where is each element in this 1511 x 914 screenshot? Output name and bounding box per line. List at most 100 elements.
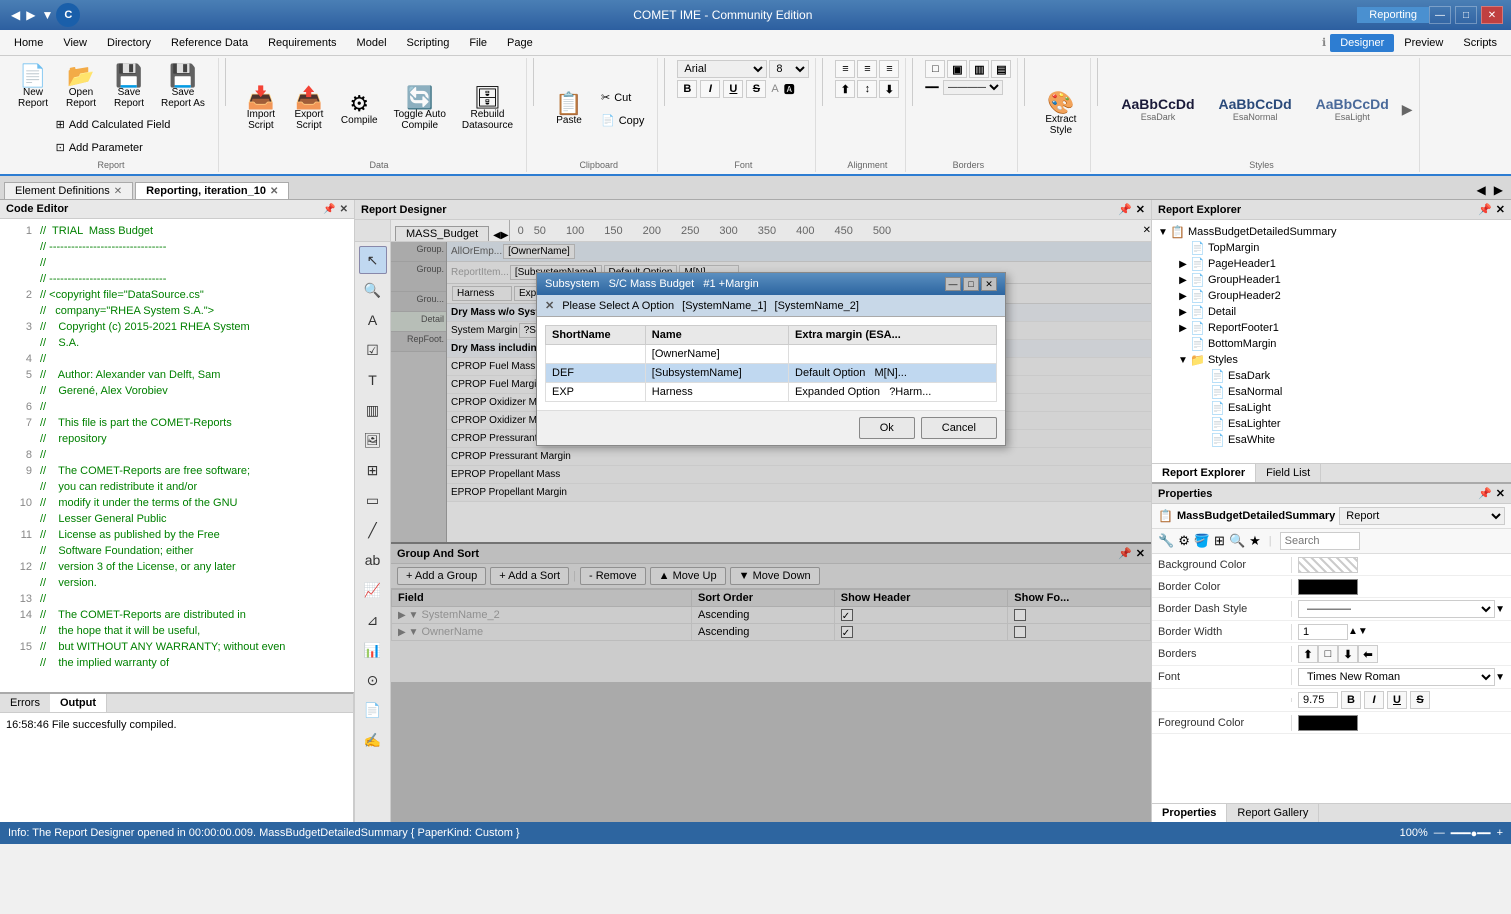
format-btn-t[interactable]: T (359, 366, 387, 394)
dialog-close[interactable]: ✕ (981, 277, 997, 291)
prop-icon-table[interactable]: ⊞ (1214, 533, 1225, 549)
prop-icon-wrench[interactable]: 🔧 (1158, 533, 1174, 549)
designer-close[interactable]: ✕ (1136, 203, 1145, 216)
dialog-maximize[interactable]: □ (963, 277, 979, 291)
properties-close[interactable]: ✕ (1496, 487, 1505, 500)
win-close-btn[interactable]: ✕ (1481, 6, 1503, 24)
border-top-btn[interactable]: ⬆ (1298, 645, 1318, 663)
tree-groupheader2[interactable]: ▶ 📄 GroupHeader2 (1156, 288, 1507, 304)
win-maximize-btn[interactable]: □ (1455, 6, 1477, 24)
rect-btn[interactable]: ▭ (359, 486, 387, 514)
border-bottom-btn[interactable]: ⬇ (1338, 645, 1358, 663)
align-middle-btn[interactable]: ↕ (857, 80, 877, 98)
doc-tab-reporting-close[interactable]: ✕ (270, 186, 278, 197)
prop-fg-color-value[interactable] (1292, 713, 1511, 733)
doc-tab-element-close[interactable]: ✕ (114, 186, 122, 197)
doc-tabs-scroll-left[interactable]: ◀ (1473, 181, 1490, 199)
tree-pageheader1[interactable]: ▶ 📄 PageHeader1 (1156, 256, 1507, 272)
border-dash-expand[interactable]: ▼ (1495, 604, 1505, 615)
underline-btn[interactable]: U (723, 80, 743, 98)
tab-properties[interactable]: Properties (1152, 804, 1227, 822)
align-center-btn[interactable]: ≡ (857, 60, 877, 78)
add-parameter-btn[interactable]: ⊡ Add Parameter (49, 137, 178, 158)
font-size-select[interactable]: 8 (769, 60, 809, 78)
border-width-up[interactable]: ▲ (1348, 626, 1358, 637)
prop-border-color-value[interactable] (1292, 577, 1511, 597)
select-tool-btn[interactable]: ↖ (359, 246, 387, 274)
tree-esalight[interactable]: 📄 EsaLight (1156, 400, 1507, 416)
bold-btn[interactable]: B (677, 80, 697, 98)
designer-tab-scroll-left[interactable]: ◀ (493, 230, 501, 241)
code-editor-pin[interactable]: 📌 (323, 204, 335, 215)
border-color-box[interactable] (1298, 579, 1358, 595)
ab-btn[interactable]: ab (359, 546, 387, 574)
designer-pin[interactable]: 📌 (1118, 203, 1132, 216)
tree-root[interactable]: ▼ 📋 MassBudgetDetailedSummary (1156, 224, 1507, 240)
text-tool-btn[interactable]: A (359, 306, 387, 334)
border-btn-1[interactable]: □ (925, 60, 945, 78)
tab-report-explorer[interactable]: Report Explorer (1152, 464, 1256, 482)
menu-page[interactable]: Page (497, 34, 543, 52)
compile-btn[interactable]: ⚙ Compile (334, 88, 385, 131)
italic-btn[interactable]: I (700, 80, 720, 98)
line-btn[interactable]: ╱ (359, 516, 387, 544)
open-report-btn[interactable]: 📂 Open Report (58, 60, 104, 114)
font-name-select[interactable]: Arial (677, 60, 767, 78)
styles-scroll-right[interactable]: ▶ (1402, 101, 1413, 118)
font-size-input[interactable] (1298, 692, 1338, 708)
detail-expand[interactable]: ▶ (1176, 307, 1190, 318)
menu-home[interactable]: Home (4, 34, 53, 52)
zoom-in-btn[interactable]: + (1497, 827, 1503, 839)
new-report-btn[interactable]: 📄 New Report (10, 60, 56, 114)
doc-tabs-scroll-right[interactable]: ▶ (1490, 181, 1507, 199)
rebuild-datasource-btn[interactable]: 🗄 Rebuild Datasource (455, 82, 520, 136)
groupheader1-expand[interactable]: ▶ (1176, 275, 1190, 286)
prop-icon-gear[interactable]: ⚙ (1178, 533, 1190, 549)
tree-esanormal[interactable]: 📄 EsaNormal (1156, 384, 1507, 400)
border-width-input[interactable] (1298, 624, 1348, 640)
border-btn-2[interactable]: ▣ (947, 60, 967, 78)
table-btn[interactable]: ⊞ (359, 456, 387, 484)
border-width-dn[interactable]: ▼ (1358, 626, 1368, 637)
tree-reportfooter1[interactable]: ▶ 📄 ReportFooter1 (1156, 320, 1507, 336)
add-calculated-field-btn[interactable]: ⊞ Add Calculated Field (49, 114, 178, 135)
tree-topmargin[interactable]: 📄 TopMargin (1156, 240, 1507, 256)
dialog-ok-btn[interactable]: Ok (859, 417, 915, 439)
tree-styles-folder[interactable]: ▼ 📁 Styles (1156, 352, 1507, 368)
border-all-btn[interactable]: □ (1318, 645, 1338, 663)
save-report-btn[interactable]: 💾 Save Report (106, 60, 152, 114)
menu-view[interactable]: View (53, 34, 97, 52)
tree-esalighter[interactable]: 📄 EsaLighter (1156, 416, 1507, 432)
zoom-slider[interactable]: ━━━●━━ (1451, 827, 1491, 840)
export-script-btn[interactable]: 📤 Export Script (286, 82, 332, 136)
cut-btn[interactable]: ✂ Cut (594, 87, 651, 108)
menu-requirements[interactable]: Requirements (258, 34, 346, 52)
import-script-btn[interactable]: 📥 Import Script (238, 82, 284, 136)
nav-back-btn[interactable]: ◀ (8, 6, 23, 24)
prop-icon-star[interactable]: ★ (1249, 533, 1261, 549)
nav-fwd-btn[interactable]: ▶ (23, 6, 38, 24)
border-dash-select[interactable]: ———— (1298, 600, 1495, 618)
styles-expand[interactable]: ▼ (1176, 355, 1190, 366)
extract-style-btn[interactable]: 🎨 Extract Style (1038, 87, 1084, 141)
explorer-close[interactable]: ✕ (1496, 203, 1505, 216)
strikethrough-btn[interactable]: S (746, 80, 766, 98)
align-left-btn[interactable]: ≡ (835, 60, 855, 78)
border-btn-3[interactable]: ▥ (969, 60, 989, 78)
option-row-0[interactable]: [OwnerName] (546, 345, 997, 364)
tab-errors[interactable]: Errors (0, 694, 50, 712)
font-bg-btn[interactable]: 🅰 (784, 81, 795, 97)
menu-designer[interactable]: Designer (1330, 34, 1394, 52)
dialog-cancel-btn[interactable]: Cancel (921, 417, 997, 439)
doc-tab-reporting[interactable]: Reporting, iteration_10 ✕ (135, 182, 289, 199)
save-as-report-btn[interactable]: 💾 Save Report As (154, 60, 212, 114)
fg-color-box[interactable] (1298, 715, 1358, 731)
zoom-out-btn[interactable]: — (1434, 827, 1445, 839)
font-strike-prop[interactable]: S (1410, 691, 1430, 709)
reportfooter1-expand[interactable]: ▶ (1176, 323, 1190, 334)
check-tool-btn[interactable]: ☑ (359, 336, 387, 364)
border-btn-4[interactable]: ▤ (991, 60, 1011, 78)
win-minimize-btn[interactable]: — (1429, 6, 1451, 24)
prop-search-input[interactable] (1280, 532, 1360, 550)
doc-tab-element-defs[interactable]: Element Definitions ✕ (4, 182, 133, 199)
